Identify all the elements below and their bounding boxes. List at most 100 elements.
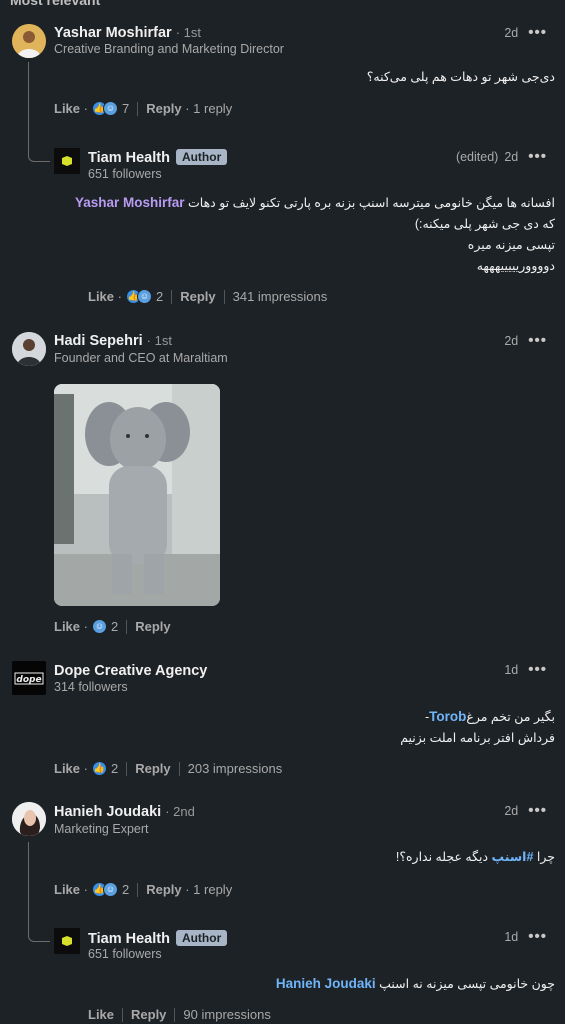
divider: [171, 289, 173, 304]
reaction-count[interactable]: 2: [111, 761, 118, 776]
ellipsis-icon[interactable]: •••: [528, 332, 547, 349]
comment-text: چرا #اسنپ دیگه عجله نداره؟!: [396, 847, 555, 868]
reactions[interactable]: 👍 ☺: [125, 289, 152, 304]
impressions: 341 impressions: [232, 289, 328, 304]
author-name[interactable]: Tiam Health: [88, 150, 170, 166]
avatar[interactable]: [12, 802, 46, 836]
mention-link[interactable]: Yashar Moshirfar: [75, 195, 185, 210]
author-title: Creative Branding and Marketing Director: [54, 42, 284, 56]
comment-line: که دی جی شهر پلی میکنه:): [414, 217, 555, 231]
comment-line: دووووریییییهههه: [476, 259, 555, 273]
comment-text: افسانه ها میگن خانومی میترسه اسنپ بزنه ب…: [75, 192, 555, 277]
logo-text: dope: [16, 675, 41, 685]
smile-icon: ☺: [102, 882, 118, 897]
ellipsis-icon[interactable]: •••: [528, 661, 547, 678]
follower-count: 314 followers: [54, 680, 128, 694]
comment-line: افسانه ها میگن خانومی میترسه اسنپ بزنه ب…: [188, 196, 555, 210]
timestamp: 2d: [504, 149, 519, 164]
reply-button[interactable]: Reply: [135, 619, 170, 634]
like-button[interactable]: Like: [54, 761, 80, 776]
follower-count: 651 followers: [88, 947, 162, 961]
reply-button[interactable]: Reply: [146, 101, 181, 116]
thumbs-up-icon: 👍: [91, 761, 107, 776]
like-button[interactable]: Like: [54, 101, 80, 116]
thread-line: [28, 62, 50, 162]
smile-icon: ☺: [136, 289, 152, 304]
reply-button[interactable]: Reply: [180, 289, 215, 304]
author-name[interactable]: Tiam Health: [88, 931, 170, 947]
reaction-count[interactable]: 2: [122, 882, 129, 897]
divider: [137, 882, 139, 897]
comment-text: بگیر من تخم مرغTorob- فرداش افتر برنامه …: [400, 706, 555, 749]
reaction-count[interactable]: 2: [156, 289, 163, 304]
impressions: 90 impressions: [183, 1007, 271, 1022]
author-badge: Author: [175, 149, 228, 165]
comment-line: چون خانومی تپسی میزنه نه اسنپ: [379, 977, 555, 991]
ellipsis-icon[interactable]: •••: [528, 928, 547, 945]
ellipsis-icon[interactable]: •••: [528, 148, 547, 165]
section-heading: Most relevant: [10, 0, 101, 8]
comment-line: فرداش افتر برنامه املت بزنیم: [400, 731, 555, 745]
comment-line: بگیر من تخم مرغ: [466, 710, 555, 724]
author-name[interactable]: Yashar Moshirfar: [54, 25, 172, 41]
reply-button[interactable]: Reply: [131, 1007, 166, 1022]
comment-image[interactable]: [54, 384, 220, 606]
author-name[interactable]: Dope Creative Agency: [54, 663, 207, 679]
avatar[interactable]: [12, 332, 46, 366]
edited-label: (edited): [455, 149, 499, 164]
reply-button[interactable]: Reply: [135, 761, 170, 776]
replies-link[interactable]: 1 reply: [193, 101, 232, 116]
avatar[interactable]: [54, 148, 80, 174]
timestamp: 2d: [504, 333, 519, 348]
divider: [137, 101, 139, 116]
author-badge: Author: [175, 930, 228, 946]
divider: [223, 289, 225, 304]
author-name[interactable]: Hadi Sepehri: [54, 333, 143, 349]
divider: [126, 761, 128, 776]
timestamp: 1d: [504, 929, 519, 944]
replies-link[interactable]: 1 reply: [193, 882, 232, 897]
mention-link[interactable]: Hanieh Joudaki: [276, 976, 376, 991]
author-name[interactable]: Hanieh Joudaki: [54, 804, 161, 820]
avatar[interactable]: [54, 928, 80, 954]
connection-degree: · 2nd: [165, 804, 195, 819]
divider: [178, 761, 180, 776]
hashtag-link[interactable]: #اسنپ: [492, 850, 534, 864]
ellipsis-icon[interactable]: •••: [528, 802, 547, 819]
comment-line: دیگه عجله نداره؟!: [395, 850, 489, 864]
reactions[interactable]: ☺: [91, 619, 107, 634]
divider: [174, 1007, 176, 1022]
ellipsis-icon[interactable]: •••: [528, 24, 547, 41]
timestamp: 1d: [504, 662, 519, 677]
author-title: Marketing Expert: [54, 822, 149, 836]
timestamp: 2d: [504, 803, 519, 818]
like-button[interactable]: Like: [88, 289, 114, 304]
follower-count: 651 followers: [88, 167, 162, 181]
like-button[interactable]: Like: [54, 882, 80, 897]
reactions[interactable]: 👍 ☺: [91, 101, 118, 116]
smile-icon: ☺: [91, 619, 107, 634]
comment-line: تپسی میزنه میره: [467, 238, 555, 252]
thread-line: [28, 842, 50, 942]
like-button[interactable]: Like: [54, 619, 80, 634]
comment-line: چرا: [536, 850, 555, 864]
divider: [126, 619, 128, 634]
author-title: Founder and CEO at Maraltiam: [54, 351, 228, 365]
smile-icon: ☺: [102, 101, 118, 116]
reaction-count[interactable]: 7: [122, 101, 129, 116]
divider: [122, 1007, 124, 1022]
comment-text: دی‌جی شهر تو دهات هم پلی می‌کنه؟: [366, 70, 555, 84]
comment-text: چون خانومی تپسی میزنه نه اسنپ Hanieh Jou…: [276, 973, 555, 995]
connection-degree: · 1st: [175, 25, 201, 40]
reactions[interactable]: 👍 ☺: [91, 882, 118, 897]
connection-degree: · 1st: [146, 333, 172, 348]
timestamp: 2d: [504, 25, 519, 40]
like-button[interactable]: Like: [88, 1007, 114, 1022]
reply-button[interactable]: Reply: [146, 882, 181, 897]
reactions[interactable]: 👍: [91, 761, 107, 776]
mention-link[interactable]: Torob: [429, 709, 466, 724]
impressions: 203 impressions: [187, 761, 283, 776]
avatar[interactable]: [12, 24, 46, 58]
company-logo[interactable]: dope: [12, 661, 46, 695]
reaction-count[interactable]: 2: [111, 619, 118, 634]
